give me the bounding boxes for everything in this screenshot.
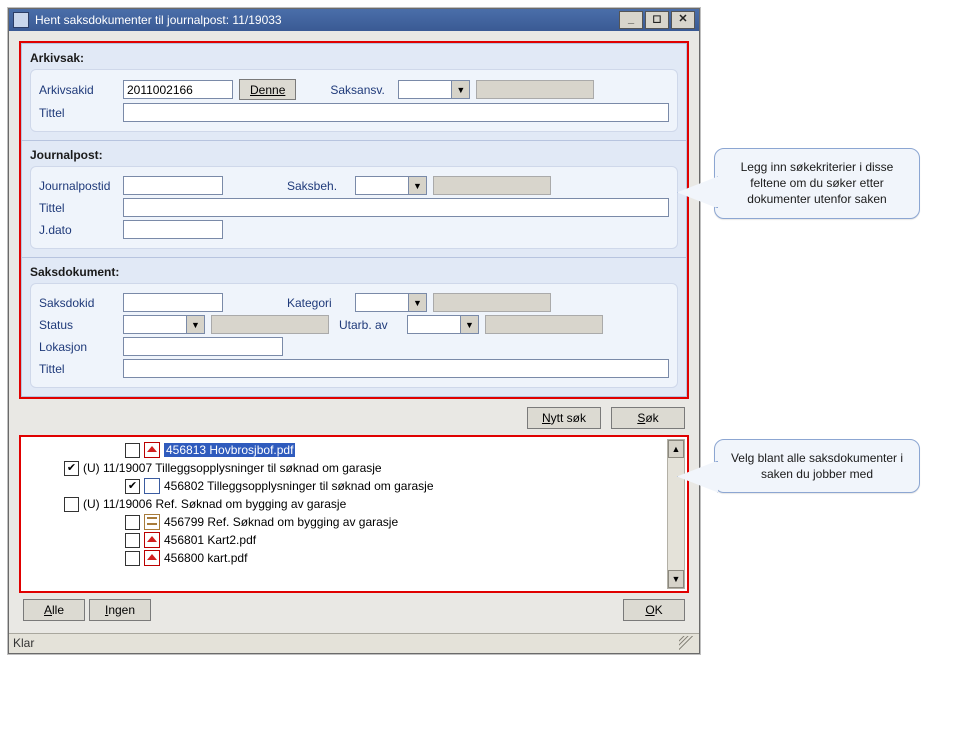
- tree-label[interactable]: 456802 Tilleggsopplysninger til søknad o…: [164, 479, 434, 493]
- scroll-up-icon[interactable]: ▲: [668, 440, 684, 458]
- resize-grip-icon[interactable]: [679, 636, 693, 650]
- status-input[interactable]: [124, 316, 186, 333]
- journalpost-group: Journalpost: Journalpostid Saksbeh. ▼: [21, 141, 687, 258]
- arkivsakid-input[interactable]: [123, 80, 233, 99]
- checkbox[interactable]: [125, 515, 140, 530]
- tree-row[interactable]: 456802 Tilleggsopplysninger til søknad o…: [25, 477, 665, 495]
- callout-search: Legg inn søkekriterier i disse feltene o…: [714, 148, 920, 219]
- app-window: Hent saksdokumenter til journalpost: 11/…: [8, 8, 700, 654]
- maximize-button[interactable]: ◻: [645, 11, 669, 29]
- checkbox[interactable]: [125, 443, 140, 458]
- tree-row[interactable]: -(U) 11/19007 Tilleggsopplysninger til s…: [25, 459, 665, 477]
- saksbeh-input[interactable]: [356, 177, 408, 194]
- journalpostid-input[interactable]: [123, 176, 223, 195]
- saksdokument-title: Saksdokument:: [30, 262, 678, 283]
- kategori-label: Kategori: [287, 296, 349, 310]
- search-criteria-panel: Arkivsak: Arkivsakid Denne Saksansv. ▼: [19, 41, 689, 399]
- kategori-combo[interactable]: ▼: [355, 293, 427, 312]
- titlebar: Hent saksdokumenter til journalpost: 11/…: [9, 9, 699, 31]
- doc-icon: [144, 478, 160, 494]
- statusbar: Klar: [9, 633, 699, 653]
- close-button[interactable]: ✕: [671, 11, 695, 29]
- checkbox[interactable]: [64, 461, 79, 476]
- chevron-down-icon[interactable]: ▼: [408, 294, 426, 311]
- chevron-down-icon[interactable]: ▼: [408, 177, 426, 194]
- journalpost-tittel-input[interactable]: [123, 198, 669, 217]
- arkivsak-tittel-input[interactable]: [123, 103, 669, 122]
- txt-icon: [144, 514, 160, 530]
- saksdokid-input[interactable]: [123, 293, 223, 312]
- lokasjon-label: Lokasjon: [39, 340, 117, 354]
- saksbeh-lookup[interactable]: [433, 176, 551, 195]
- saksbeh-label: Saksbeh.: [287, 179, 349, 193]
- tree-label[interactable]: 456800 kart.pdf: [164, 551, 247, 565]
- minimize-button[interactable]: _: [619, 11, 643, 29]
- tree-row[interactable]: 456799 Ref. Søknad om bygging av garasje: [25, 513, 665, 531]
- jdato-input[interactable]: [123, 220, 223, 239]
- saksdokument-tittel-input[interactable]: [123, 359, 669, 378]
- saksdokid-label: Saksdokid: [39, 296, 117, 310]
- pdf-icon: [144, 442, 160, 458]
- status-combo[interactable]: ▼: [123, 315, 205, 334]
- jdato-label: J.dato: [39, 223, 117, 237]
- scrollbar[interactable]: ▲ ▼: [667, 439, 685, 589]
- pdf-icon: [144, 532, 160, 548]
- ok-button[interactable]: OK: [623, 599, 685, 621]
- saksansv-combo[interactable]: ▼: [398, 80, 470, 99]
- sok-button[interactable]: Søk: [611, 407, 685, 429]
- expander-icon[interactable]: -: [19, 463, 20, 474]
- tree-label[interactable]: 456813 Hovbrosjbof.pdf: [164, 443, 295, 457]
- ingen-button[interactable]: Ingen: [89, 599, 151, 621]
- scroll-down-icon[interactable]: ▼: [668, 570, 684, 588]
- saksdokument-group: Saksdokument: Saksdokid Kategori ▼: [21, 258, 687, 397]
- chevron-down-icon[interactable]: ▼: [460, 316, 478, 333]
- journalpost-title: Journalpost:: [30, 145, 678, 166]
- pdf-icon: [144, 550, 160, 566]
- tree-label[interactable]: (U) 11/19007 Tilleggsopplysninger til sø…: [83, 461, 382, 475]
- chevron-down-icon[interactable]: ▼: [451, 81, 469, 98]
- status-label: Status: [39, 318, 117, 332]
- nytt-sok-button[interactable]: Nytt søk: [527, 407, 601, 429]
- status-text: Klar: [13, 636, 34, 650]
- alle-button[interactable]: Alle: [23, 599, 85, 621]
- kategori-lookup[interactable]: [433, 293, 551, 312]
- kategori-input[interactable]: [356, 294, 408, 311]
- journalpostid-label: Journalpostid: [39, 179, 117, 193]
- saksansv-input[interactable]: [399, 81, 451, 98]
- utarbav-input[interactable]: [408, 316, 460, 333]
- checkbox[interactable]: [125, 479, 140, 494]
- annotations: Legg inn søkekriterier i disse feltene o…: [714, 8, 920, 493]
- expander-icon[interactable]: -: [19, 499, 20, 510]
- result-tree: 456813 Hovbrosjbof.pdf-(U) 11/19007 Till…: [19, 435, 689, 593]
- status-lookup[interactable]: [211, 315, 329, 334]
- tree-label[interactable]: 456801 Kart2.pdf: [164, 533, 256, 547]
- checkbox[interactable]: [125, 551, 140, 566]
- arkivsak-title: Arkivsak:: [30, 48, 678, 69]
- utarbav-lookup[interactable]: [485, 315, 603, 334]
- chevron-down-icon[interactable]: ▼: [186, 316, 204, 333]
- app-icon: [13, 12, 29, 28]
- callout-select: Velg blant alle saksdokumenter i saken d…: [714, 439, 920, 493]
- tree-row[interactable]: 456800 kart.pdf: [25, 549, 665, 567]
- window-title: Hent saksdokumenter til journalpost: 11/…: [35, 13, 617, 27]
- utarbav-combo[interactable]: ▼: [407, 315, 479, 334]
- journalpost-tittel-label: Tittel: [39, 201, 117, 215]
- tree-row[interactable]: -(U) 11/19006 Ref. Søknad om bygging av …: [25, 495, 665, 513]
- saksansv-lookup[interactable]: [476, 80, 594, 99]
- utarbav-label: Utarb. av: [339, 318, 401, 332]
- checkbox[interactable]: [64, 497, 79, 512]
- tree-row[interactable]: 456813 Hovbrosjbof.pdf: [25, 441, 665, 459]
- saksansv-label: Saksansv.: [330, 83, 392, 97]
- saksdokument-tittel-label: Tittel: [39, 362, 117, 376]
- lokasjon-input[interactable]: [123, 337, 283, 356]
- arkivsak-tittel-label: Tittel: [39, 106, 117, 120]
- denne-button[interactable]: Denne: [239, 79, 296, 100]
- arkivsak-group: Arkivsak: Arkivsakid Denne Saksansv. ▼: [21, 43, 687, 141]
- checkbox[interactable]: [125, 533, 140, 548]
- arkivsakid-label: Arkivsakid: [39, 83, 117, 97]
- tree-label[interactable]: 456799 Ref. Søknad om bygging av garasje: [164, 515, 398, 529]
- tree-label[interactable]: (U) 11/19006 Ref. Søknad om bygging av g…: [83, 497, 346, 511]
- tree-row[interactable]: 456801 Kart2.pdf: [25, 531, 665, 549]
- saksbeh-combo[interactable]: ▼: [355, 176, 427, 195]
